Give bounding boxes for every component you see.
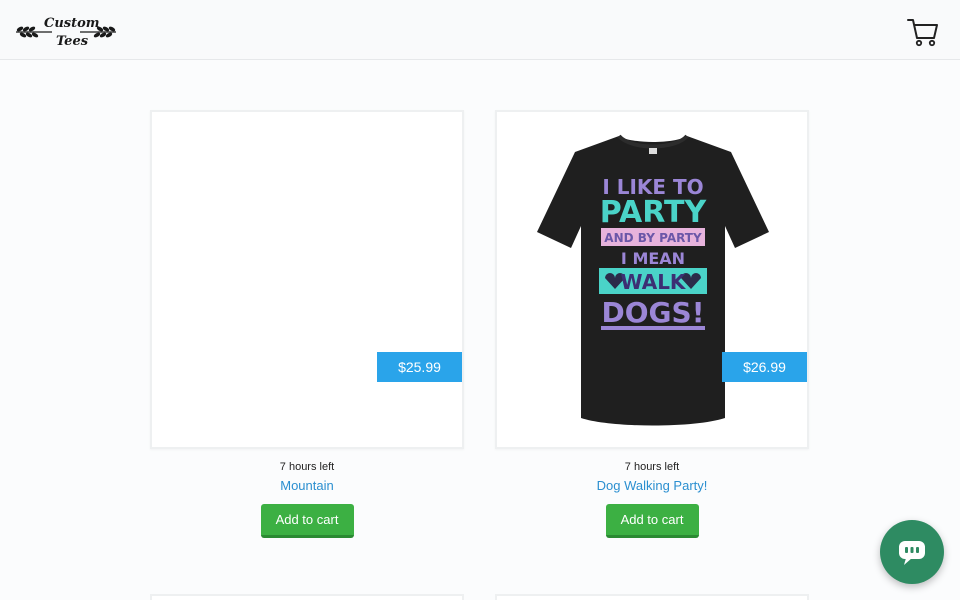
time-left: 7 hours left [624, 461, 680, 473]
shopping-cart-icon [907, 19, 938, 47]
product-card: $25.99 7 hours left Mountain Add to cart [150, 110, 464, 538]
logo-line2: Tees [56, 34, 89, 49]
time-left: 7 hours left [279, 461, 335, 473]
design-line6: DOGS! [602, 296, 705, 329]
design-line2: PARTY [600, 195, 708, 230]
product-image[interactable]: I LIKE TO PARTY AND BY PARTY I MEAN WALK… [495, 110, 809, 449]
cart-button[interactable] [906, 16, 940, 48]
product-card: I LIKE TO PARTY AND BY PARTY I MEAN WALK… [495, 110, 809, 538]
price-tag: $26.99 [722, 352, 807, 382]
chat-button[interactable] [880, 520, 944, 584]
product-card-next-row [495, 594, 809, 600]
add-to-cart-button[interactable]: Add to cart [605, 504, 699, 538]
design-line4: I MEAN [621, 249, 685, 268]
price-tag: $25.99 [377, 352, 462, 382]
product-image[interactable]: $25.99 [150, 110, 464, 449]
logo[interactable]: Custom Tees [14, 12, 118, 50]
tshirt-image: I LIKE TO PARTY AND BY PARTY I MEAN WALK… [537, 134, 769, 426]
chat-bubble-icon [899, 541, 925, 565]
site-header: Custom Tees [0, 0, 960, 60]
design-line3: AND BY PARTY [604, 231, 702, 245]
add-to-cart-button[interactable]: Add to cart [260, 504, 354, 538]
product-title-link[interactable]: Dog Walking Party! [495, 478, 809, 493]
product-card-next-row [150, 594, 464, 600]
product-title-link[interactable]: Mountain [150, 478, 464, 493]
logo-line1: Custom [44, 16, 100, 31]
design-line5: WALK [621, 270, 687, 294]
